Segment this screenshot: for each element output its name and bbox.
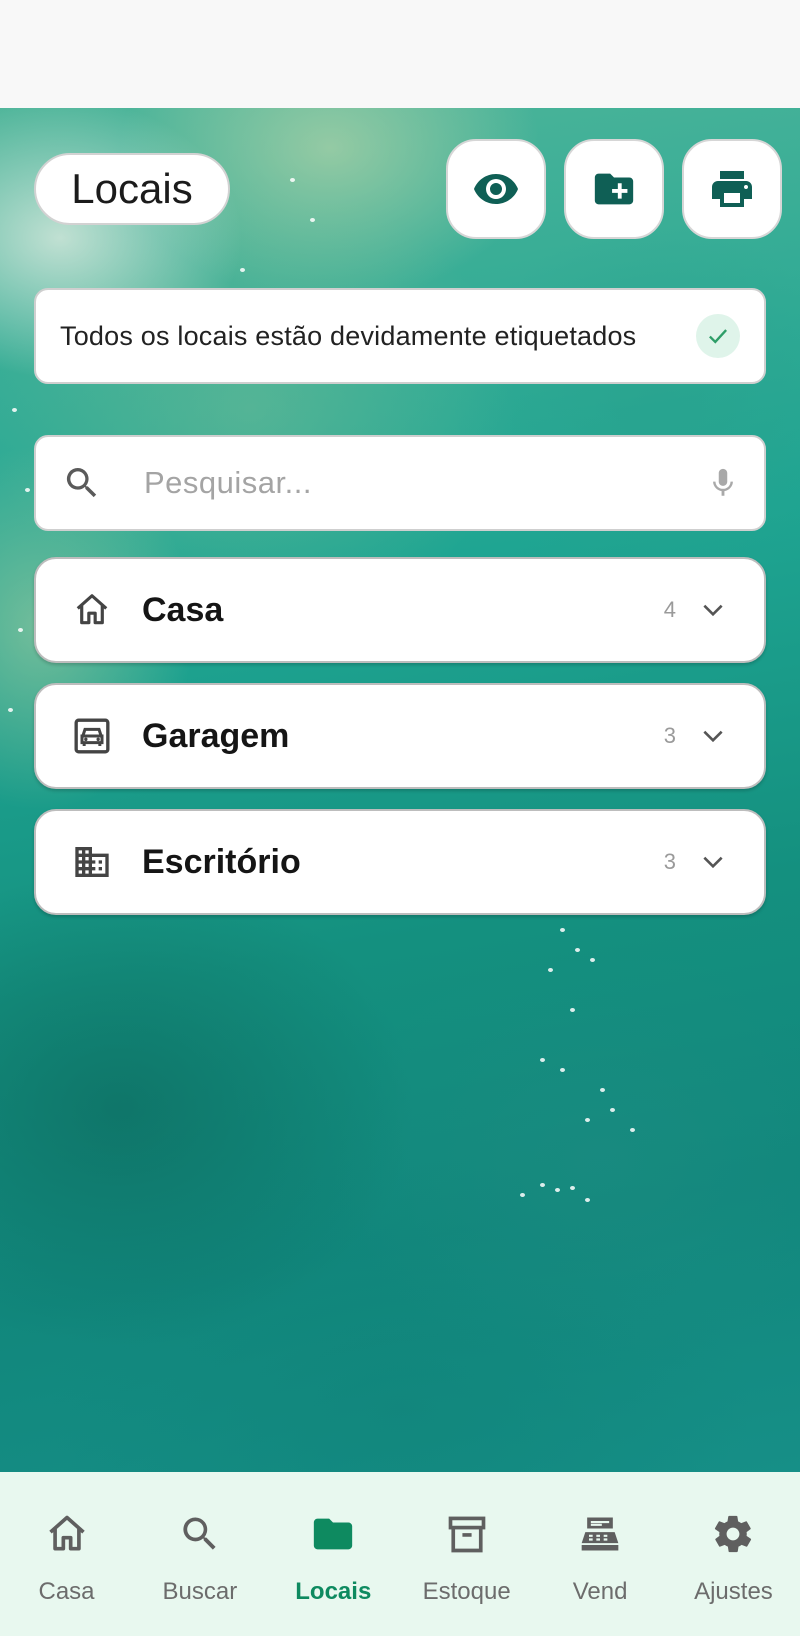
search-icon bbox=[178, 1510, 222, 1558]
car-icon bbox=[72, 716, 112, 756]
chevron-down-icon[interactable] bbox=[700, 723, 726, 749]
location-count: 4 bbox=[663, 597, 676, 622]
labels-status-banner: Todos os locais estão devidamente etique… bbox=[34, 288, 766, 384]
print-button[interactable] bbox=[682, 139, 782, 239]
nav-item-buscar[interactable]: Buscar bbox=[133, 1472, 266, 1636]
location-name: Escritório bbox=[142, 842, 301, 881]
location-card-garagem[interactable]: Garagem 3 bbox=[34, 683, 766, 789]
location-card-casa[interactable]: Casa 4 bbox=[34, 557, 766, 663]
check-icon bbox=[709, 329, 728, 344]
search-bar[interactable]: Pesquisar... bbox=[34, 435, 766, 531]
location-count: 3 bbox=[663, 723, 676, 748]
nav-label: Ajustes bbox=[694, 1578, 773, 1605]
nav-item-locais[interactable]: Locais bbox=[267, 1472, 400, 1636]
location-name: Garagem bbox=[142, 716, 290, 755]
location-count: 3 bbox=[663, 849, 676, 874]
chevron-down-icon[interactable] bbox=[700, 597, 726, 623]
banner-text: Todos os locais estão devidamente etique… bbox=[60, 320, 637, 351]
search-icon bbox=[66, 468, 97, 498]
printer-icon bbox=[712, 171, 752, 207]
nav-item-estoque[interactable]: Estoque bbox=[400, 1472, 533, 1636]
archive-box-icon bbox=[445, 1510, 489, 1558]
nav-label: Buscar bbox=[162, 1578, 238, 1605]
nav-label: Casa bbox=[38, 1578, 95, 1605]
building-icon bbox=[72, 842, 112, 882]
nav-item-vend[interactable]: Vend bbox=[534, 1472, 667, 1636]
cash-register-icon bbox=[578, 1510, 622, 1558]
chevron-down-icon[interactable] bbox=[700, 849, 726, 875]
status-check bbox=[696, 314, 740, 358]
status-bar bbox=[0, 0, 800, 108]
page-title: Locais bbox=[34, 153, 230, 225]
nav-label: Locais bbox=[295, 1578, 372, 1605]
nav-label: Estoque bbox=[422, 1578, 511, 1605]
home-icon bbox=[72, 590, 112, 630]
location-card-escritorio[interactable]: Escritório 3 bbox=[34, 809, 766, 915]
bottom-navigation: Casa Buscar Locais Estoque Vend Ajustes bbox=[0, 1472, 800, 1636]
location-name: Casa bbox=[142, 590, 224, 629]
folder-plus-icon bbox=[594, 173, 634, 205]
nav-label: Vend bbox=[572, 1578, 628, 1605]
folder-icon bbox=[310, 1510, 356, 1558]
visibility-button[interactable] bbox=[446, 139, 546, 239]
gear-icon bbox=[711, 1510, 755, 1558]
microphone-icon[interactable] bbox=[706, 466, 740, 500]
search-input[interactable]: Pesquisar... bbox=[144, 465, 706, 501]
eye-icon bbox=[474, 174, 518, 204]
nav-item-casa[interactable]: Casa bbox=[0, 1472, 133, 1636]
add-folder-button[interactable] bbox=[564, 139, 664, 239]
home-icon bbox=[45, 1510, 89, 1558]
nav-item-ajustes[interactable]: Ajustes bbox=[667, 1472, 800, 1636]
